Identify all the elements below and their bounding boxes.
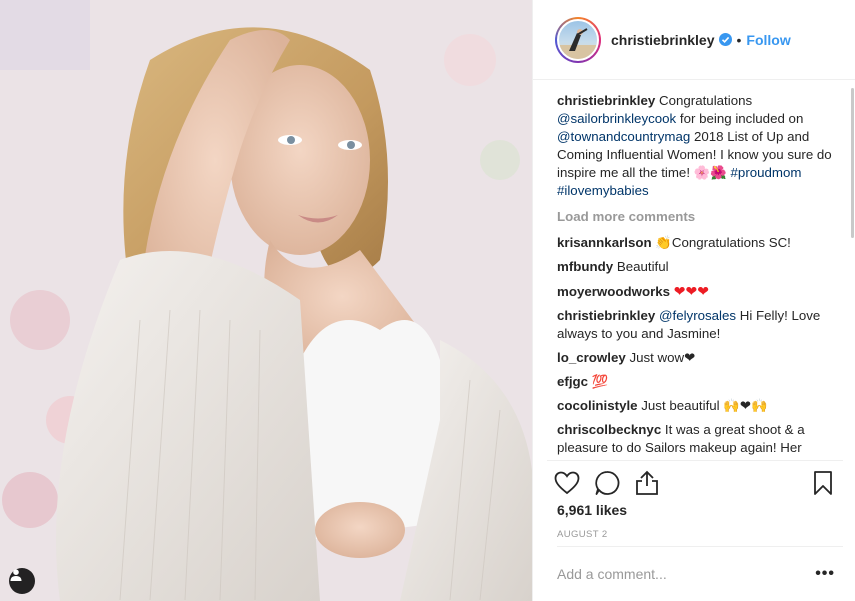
comment-username[interactable]: efjgc (557, 374, 588, 389)
comments-scrollbar[interactable] (851, 88, 854, 238)
comment-username[interactable]: christiebrinkley (557, 308, 655, 323)
caption-username[interactable]: christiebrinkley (557, 93, 655, 108)
comment-username[interactable]: cocolinistyle (557, 398, 638, 413)
portrait-illustration (0, 0, 532, 601)
caption-hashtag-1[interactable]: #proudmom (731, 165, 802, 180)
comment-username[interactable]: moyerwoodworks (557, 284, 670, 299)
bookmark-icon (813, 470, 833, 499)
caption-text-1: Congratulations (659, 93, 753, 108)
comments-list[interactable]: christiebrinkley Congratulations @sailor… (557, 88, 839, 456)
post-date[interactable]: AUGUST 2 (557, 529, 608, 540)
comment-username[interactable]: krisannkarlson (557, 235, 652, 250)
caption-hashtag-2[interactable]: #ilovemybabies (557, 183, 649, 198)
comment-icon (594, 470, 620, 499)
comment-username[interactable]: mfbundy (557, 259, 613, 274)
list-item: krisannkarlson 👏Congratulations SC! (557, 234, 839, 252)
verified-badge-icon (718, 33, 732, 46)
post-caption: christiebrinkley Congratulations @sailor… (557, 92, 839, 200)
comment-username[interactable]: chriscolbecknyc (557, 422, 661, 437)
list-item: christiebrinkley @felyrosales Hi Felly! … (557, 307, 839, 343)
comment-text: 💯 (591, 374, 609, 389)
comment-text: 👏Congratulations SC! (655, 235, 791, 250)
comment-text: Just wow❤ (629, 350, 696, 365)
load-more-comments-button[interactable]: Load more comments (557, 208, 839, 226)
post-sidebar: christiebrinkley • Follow christiebrinkl… (532, 0, 855, 601)
header-username[interactable]: christiebrinkley (611, 32, 715, 48)
save-button[interactable] (803, 467, 843, 503)
comment-text: ❤❤❤ (673, 283, 709, 299)
post-photo[interactable] (0, 0, 532, 601)
caption-text-2: for being included on (679, 111, 804, 126)
list-item: cocolinistyle Just beautiful 🙌❤🙌 (557, 397, 839, 415)
instagram-post: christiebrinkley • Follow christiebrinkl… (0, 0, 855, 601)
action-bar (547, 460, 843, 502)
comment-mention[interactable]: @felyrosales (659, 308, 736, 323)
add-comment-bar: ••• (557, 546, 843, 601)
list-item: moyerwoodworks ❤❤❤ (557, 282, 839, 301)
share-button[interactable] (627, 467, 667, 503)
comment-text: Beautiful (616, 259, 669, 274)
follow-button[interactable]: Follow (746, 32, 790, 48)
caption-mention-1[interactable]: @sailorbrinkleycook (557, 111, 676, 126)
list-item: chriscolbecknyc It was a great shoot & a… (557, 421, 839, 456)
like-button[interactable] (547, 467, 587, 503)
comment-username[interactable]: lo_crowley (557, 350, 626, 365)
heart-icon (554, 471, 580, 498)
user-tag-icon[interactable] (9, 568, 35, 594)
list-item: lo_crowley Just wow❤ (557, 349, 839, 367)
avatar[interactable] (555, 16, 601, 63)
header-separator: • (736, 31, 742, 48)
post-header: christiebrinkley • Follow (533, 0, 855, 80)
list-item: efjgc 💯 (557, 373, 839, 391)
comment-button[interactable] (587, 467, 627, 503)
likes-count[interactable]: 6,961 likes (557, 502, 627, 518)
comment-text: Just beautiful 🙌❤🙌 (641, 398, 768, 413)
list-item: mfbundy Beautiful (557, 258, 839, 276)
caption-mention-2[interactable]: @townandcountrymag (557, 129, 690, 144)
share-icon (635, 470, 659, 499)
comment-input[interactable] (557, 566, 808, 582)
more-options-button[interactable]: ••• (807, 565, 843, 583)
